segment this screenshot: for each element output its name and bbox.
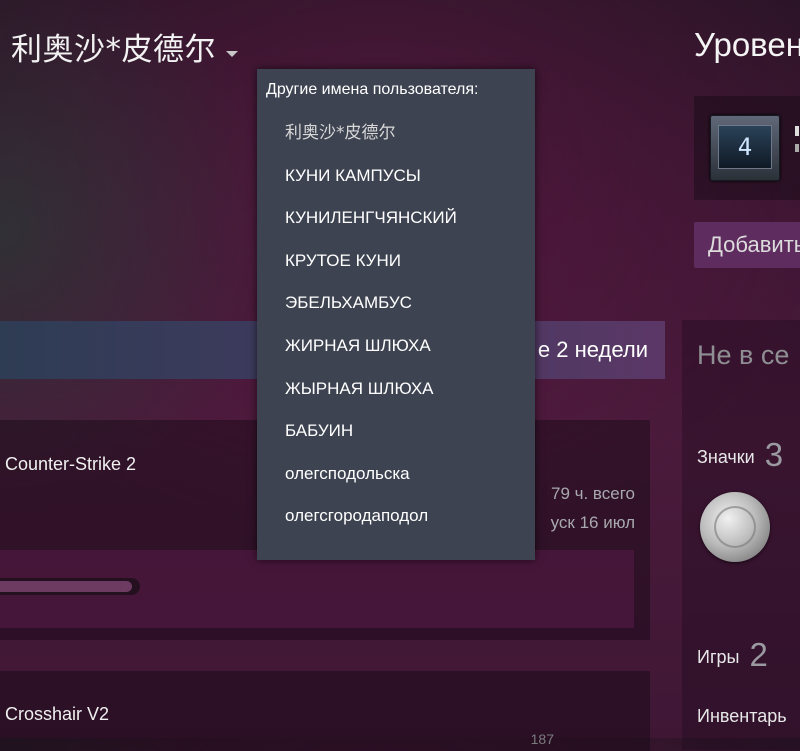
level-detail-fragment: [795, 126, 799, 136]
achievement-progress-fill: [0, 581, 132, 592]
games-label: Игры: [697, 647, 740, 667]
previous-name-item: ЭБЕЛЬХАМБУС: [285, 293, 412, 313]
previous-name-item: олегсподольска: [285, 463, 410, 483]
game-title[interactable]: Counter-Strike 2: [5, 454, 136, 475]
previous-name-item: КУНИЛЕНГЧЯНСКИЙ: [285, 208, 457, 228]
persona-name-dropdown[interactable]: 利奥沙*皮德尔: [11, 24, 238, 69]
previous-name-item: ЖИРНАЯ ШЛЮХА: [285, 335, 431, 355]
games-count: 2: [749, 636, 768, 673]
badges-count: 3: [764, 436, 784, 473]
level-badge[interactable]: 4: [710, 115, 780, 181]
recent-activity-period: е 2 недели: [537, 337, 648, 362]
achievements-strip: [0, 550, 634, 628]
previous-name-item: 利奥沙*皮德尔: [285, 123, 396, 143]
game-title[interactable]: Crosshair V2: [5, 704, 109, 725]
games-link[interactable]: Игры 2: [697, 636, 768, 674]
previous-names-list: 利奥沙*皮德尔 КУНИ КАМПУСЫ КУНИЛЕНГЧЯНСКИЙ КРУ…: [285, 122, 457, 548]
add-friend-button[interactable]: Добавить: [694, 222, 800, 268]
chevron-down-icon[interactable]: [226, 50, 238, 57]
previous-name-item: БАБУИН: [285, 421, 354, 441]
level-panel: 4: [694, 96, 800, 200]
badges-link[interactable]: Значки 3: [697, 436, 783, 474]
inventory-link[interactable]: Инвентарь: [697, 706, 787, 727]
game-hours: 187: [530, 731, 554, 747]
persona-name: 利奥沙*皮德尔: [11, 32, 216, 68]
previous-name-item: КРУТОЕ КУНИ: [285, 250, 401, 270]
game-hours: 79 ч. всего: [550, 484, 635, 503]
previous-names-title: Другие имена пользователя:: [266, 81, 479, 98]
previous-name-item: ЖЫРНАЯ ШЛЮХА: [285, 378, 434, 398]
online-status: Не в се: [697, 340, 790, 370]
level-detail-fragment: [795, 144, 799, 152]
previous-name-item: олегсгородаподол: [285, 506, 429, 526]
previous-name-item: КУНИ КАМПУСЫ: [285, 165, 421, 185]
level-title: Уровен: [694, 26, 800, 63]
status-panel: Не в се Значки 3 Игры 2 Инвентарь: [682, 320, 800, 750]
game-last-played: уск 16 июл: [550, 513, 635, 532]
badge-medal-icon[interactable]: [700, 492, 770, 562]
previous-names-popup: Другие имена пользователя: 利奥沙*皮德尔 КУНИ …: [257, 69, 535, 560]
inventory-label: Инвентарь: [697, 706, 787, 726]
level-number: 4: [718, 125, 772, 169]
achievement-progress-bar: [0, 578, 140, 595]
badges-label: Значки: [697, 447, 755, 467]
game-card: Crosshair V2 187: [0, 671, 650, 751]
